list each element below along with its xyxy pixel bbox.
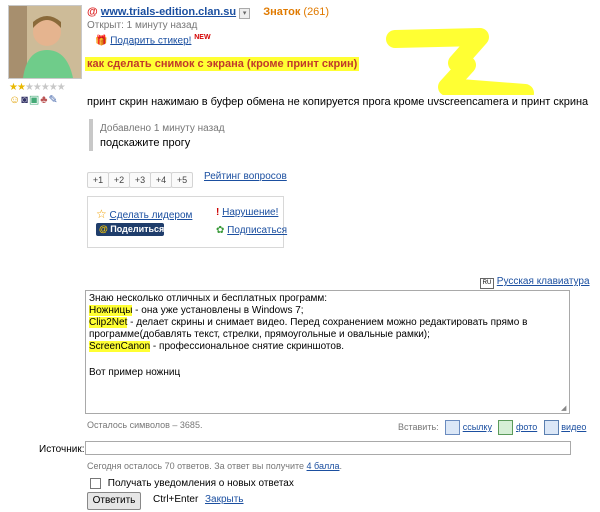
new-badge: NEW	[194, 34, 211, 41]
rate-plus-5-button[interactable]: +5	[171, 172, 193, 188]
insert-link-button[interactable]: ссылку	[463, 422, 492, 432]
make-leader[interactable]: ☆ Сделать лидером	[96, 207, 192, 221]
close-link[interactable]: Закрыть	[205, 494, 244, 505]
question-opened-time: Открыт: 1 минуту назад	[87, 20, 198, 31]
actions-box: ☆ Сделать лидером ! Нарушение! @ Поделит…	[87, 196, 287, 248]
question-header: @ www.trials-edition.clan.su ▾ Знаток (2…	[87, 6, 329, 19]
site-icon: @	[87, 6, 98, 18]
at-icon: @	[99, 224, 108, 234]
answer-textarea[interactable]: Знаю несколько отличных и бесплатных про…	[85, 290, 570, 414]
source-input[interactable]	[85, 441, 571, 455]
yellow-scribble-marker	[386, 28, 534, 95]
subscribe-icon: ✿	[216, 225, 225, 236]
answer-line-1: Знаю несколько отличных и бесплатных про…	[89, 293, 328, 304]
insert-video-button[interactable]: видео	[561, 422, 586, 432]
answer-line-2-text: - она уже установлены в Windows 7;	[132, 305, 304, 316]
rate-plus-4-button[interactable]: +4	[150, 172, 172, 188]
rate-plus-3-button[interactable]: +3	[129, 172, 151, 188]
photo-icon	[498, 420, 514, 435]
highlight-nozhnitsy: Ножницы	[89, 305, 133, 316]
share-button[interactable]: @ Поделиться	[96, 223, 164, 236]
report-violation-link[interactable]: Нарушение!	[222, 207, 278, 218]
answer-line-5	[89, 353, 566, 365]
insert-photo-button[interactable]: фото	[516, 422, 537, 432]
user-icons-row: ☺◙▣♣✎	[9, 93, 59, 106]
answer-line-4: ScreenCanon - профессиональное снятие ск…	[89, 341, 566, 353]
today-info-text: Сегодня осталось 70 ответов. За ответ вы…	[87, 461, 305, 471]
addition-time: Добавлено 1 минуту назад	[100, 123, 225, 134]
video-icon	[543, 420, 559, 435]
insert-label: Вставить:	[398, 421, 439, 432]
camera-icon: ◙	[21, 94, 29, 106]
star-icon: ☆	[96, 207, 107, 221]
rate-plus-1-button[interactable]: +1	[87, 172, 109, 188]
gift-icon: 🎁	[95, 35, 108, 47]
user-avatar[interactable]	[8, 5, 82, 79]
report-violation[interactable]: ! Нарушение!	[216, 207, 278, 218]
addition-bar	[89, 119, 93, 151]
avatar-photo	[9, 6, 81, 78]
question-body: принт скрин нажимаю в буфер обмена не ко…	[87, 96, 589, 108]
chars-left: Осталось символов – 3685.	[87, 420, 203, 430]
dropdown-icon[interactable]: ▾	[239, 8, 251, 19]
pencil-icon: ✎	[48, 94, 59, 106]
group-icon: ♣	[40, 94, 49, 106]
photo-icon: ▣	[28, 94, 41, 106]
rating-link[interactable]: Рейтинг вопросов	[204, 171, 287, 182]
points-link[interactable]: 4 балла	[307, 461, 340, 471]
question-title: как сделать снимок с экрана (кроме принт…	[85, 57, 360, 71]
russian-keyboard-link[interactable]: Русская клавиатура	[497, 276, 590, 287]
submit-button[interactable]: Ответить	[87, 492, 141, 510]
user-rank: Знаток	[263, 6, 301, 18]
subscribe-link[interactable]: Подписаться	[227, 225, 287, 236]
russian-keyboard[interactable]: RU Русская клавиатура	[480, 276, 590, 289]
answer-line-3-text: - делает скрины и снимает видео. Перед с…	[89, 317, 528, 340]
gift-sticker-link[interactable]: Подарить стикер!	[110, 35, 191, 46]
notify-label: Получать уведомления о новых ответах	[107, 478, 294, 490]
warning-icon: !	[216, 207, 220, 218]
submit-hotkey: Ctrl+Enter	[153, 494, 199, 505]
highlight-clip2net: Clip2Net	[89, 317, 128, 328]
gift-sticker-row: 🎁 Подарить стикер! NEW	[95, 34, 211, 46]
make-leader-link[interactable]: Сделать лидером	[110, 210, 193, 221]
rate-plus-2-button[interactable]: +2	[108, 172, 130, 188]
addition-text: подскажите прогу	[100, 137, 191, 149]
user-rank-points: (261)	[303, 6, 330, 18]
user-site-link[interactable]: www.trials-edition.clan.su	[101, 6, 236, 18]
answer-line-6: Вот пример ножниц	[89, 367, 181, 378]
source-label: Источник:	[39, 444, 85, 455]
answer-line-2: Ножницы - она уже установлены в Windows …	[89, 305, 566, 317]
insert-toolbar: Вставить: ссылку фото видео	[398, 420, 586, 435]
notify-row: Получать уведомления о новых ответах	[90, 478, 294, 489]
subscribe[interactable]: ✿ Подписаться	[216, 225, 287, 236]
highlight-screencanon: ScreenCanon	[89, 341, 151, 352]
today-info: Сегодня осталось 70 ответов. За ответ вы…	[87, 461, 343, 471]
resize-grip-icon[interactable]: ◢	[561, 405, 568, 412]
notify-checkbox[interactable]	[90, 478, 101, 489]
keyboard-icon: RU	[480, 278, 494, 289]
answer-line-3: Clip2Net - делает скрины и снимает видео…	[89, 317, 566, 341]
user-rank-stars: ★★★★★★★	[9, 82, 66, 93]
answer-line-4-text: - профессиональное снятие скриншотов.	[150, 341, 345, 352]
smile-icon: ☺	[9, 94, 22, 106]
link-icon	[445, 420, 461, 435]
share-label: Поделиться	[110, 224, 165, 234]
